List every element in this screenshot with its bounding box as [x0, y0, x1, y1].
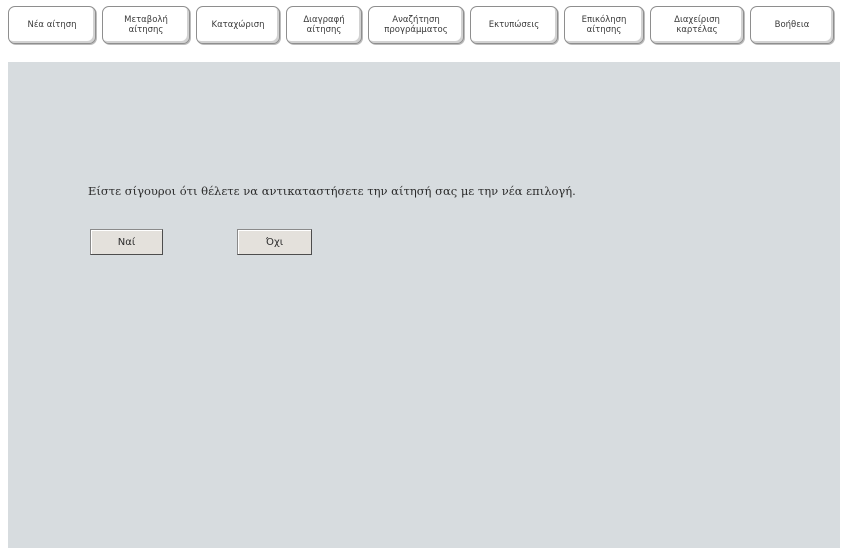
content-panel: Είστε σίγουροι ότι θέλετε να αντικαταστή… — [8, 62, 840, 548]
top-toolbar: Νέα αίτηση Μεταβολή αίτησης Καταχώριση Δ… — [0, 0, 841, 62]
tab-application-pasting-label: Επικόληση αίτησης — [581, 15, 627, 35]
tab-search-program-label: Αναζήτηση προγράμματος — [384, 15, 448, 35]
tab-printouts[interactable]: Εκτυπώσεις — [470, 6, 558, 44]
tab-delete-application-label: Διαγραφή αίτησης — [303, 15, 345, 35]
tab-new-application[interactable]: Νέα αίτηση — [8, 6, 96, 44]
tab-printouts-label: Εκτυπώσεις — [488, 20, 540, 30]
tab-help-label: Βοήθεια — [774, 20, 810, 30]
tab-search-program[interactable]: Αναζήτηση προγράμματος — [368, 6, 464, 44]
tab-card-management-label: Διαχείριση καρτέλας — [674, 15, 720, 35]
tab-card-management[interactable]: Διαχείριση καρτέλας — [650, 6, 744, 44]
tab-modify-application[interactable]: Μεταβολή αίτησης — [102, 6, 190, 44]
tab-new-application-label: Νέα αίτηση — [27, 20, 77, 30]
tab-delete-application[interactable]: Διαγραφή αίτησης — [286, 6, 362, 44]
yes-button[interactable]: Ναί — [90, 229, 163, 255]
no-button[interactable]: Όχι — [237, 229, 312, 255]
tab-registration[interactable]: Καταχώριση — [196, 6, 280, 44]
tab-registration-label: Καταχώριση — [211, 20, 265, 30]
confirmation-message: Είστε σίγουροι ότι θέλετε να αντικαταστή… — [88, 184, 576, 198]
tab-application-pasting[interactable]: Επικόληση αίτησης — [564, 6, 644, 44]
application-window: Νέα αίτηση Μεταβολή αίτησης Καταχώριση Δ… — [0, 0, 841, 550]
tab-modify-application-label: Μεταβολή αίτησης — [124, 15, 168, 35]
tab-help[interactable]: Βοήθεια — [750, 6, 834, 44]
